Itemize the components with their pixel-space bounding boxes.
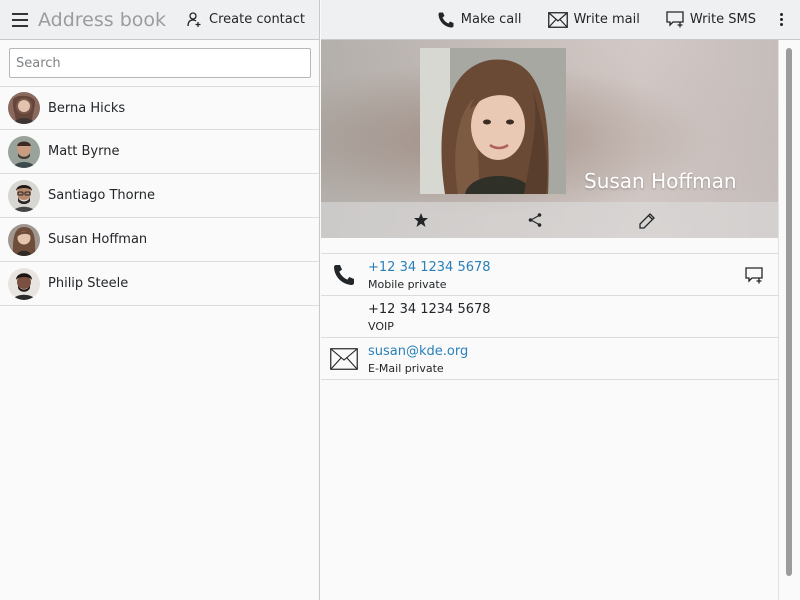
share-icon[interactable]: [527, 212, 543, 232]
voip-number: +12 34 1234 5678: [368, 302, 491, 317]
contact-detail-pane: Make call Write mail Write SMS Susan Hof…: [321, 0, 800, 600]
create-contact-button[interactable]: Create contact: [186, 11, 305, 28]
app-title: Address book: [38, 8, 167, 31]
contact-name: Susan Hoffman: [48, 232, 148, 247]
voip-entry-row: +12 34 1234 5678 VOIP: [321, 296, 779, 338]
phone-icon: [330, 263, 358, 287]
contact-list-item[interactable]: Susan Hoffman: [0, 218, 319, 262]
mail-icon: [547, 11, 568, 28]
edit-pencil-icon[interactable]: [638, 212, 656, 234]
contact-detail: Susan Hoffman +12 34 1234 5678 Mobile pr…: [321, 40, 779, 600]
write-sms-label: Write SMS: [689, 12, 756, 27]
email-link[interactable]: susan@kde.org: [368, 344, 468, 359]
avatar: [8, 179, 40, 212]
contact-list-item[interactable]: Santiago Thorne: [0, 174, 319, 218]
avatar: [8, 223, 40, 256]
phone-entry-row: +12 34 1234 5678 Mobile private: [321, 254, 779, 296]
contact-photo: [420, 48, 566, 194]
contact-display-name: Susan Hoffman: [584, 169, 737, 193]
contact-name: Philip Steele: [48, 276, 129, 291]
make-call-label: Make call: [460, 12, 522, 27]
make-call-button[interactable]: Make call: [437, 11, 522, 29]
avatar: [8, 267, 40, 300]
write-mail-button[interactable]: Write mail: [547, 11, 640, 28]
contact-list-item[interactable]: Berna Hicks: [0, 86, 319, 130]
contact-actions-bar: [321, 202, 778, 238]
contact-header-banner: Susan Hoffman: [321, 40, 778, 238]
sidebar-header: Address book Create contact: [0, 0, 319, 40]
search-wrap: [0, 40, 319, 86]
email-entry-row: susan@kde.org E-Mail private: [321, 338, 779, 380]
phone-number-link[interactable]: +12 34 1234 5678: [368, 260, 491, 275]
phone-icon: [438, 12, 454, 27]
add-contact-icon: [187, 11, 201, 27]
sms-icon[interactable]: [745, 267, 763, 288]
contact-info-list: +12 34 1234 5678 Mobile private +12 34 1…: [321, 253, 779, 380]
sms-icon: [666, 11, 684, 28]
contact-list-item[interactable]: Matt Byrne: [0, 130, 319, 174]
avatar: [8, 135, 40, 168]
overflow-menu-icon[interactable]: [780, 13, 783, 26]
contact-name: Santiago Thorne: [48, 188, 155, 203]
write-mail-label: Write mail: [573, 12, 640, 27]
contact-name: Matt Byrne: [48, 144, 120, 159]
scrollbar[interactable]: [786, 48, 792, 576]
write-sms-button[interactable]: Write SMS: [666, 11, 756, 28]
contact-list-item[interactable]: Philip Steele: [0, 262, 319, 306]
actions-toolbar: Make call Write mail Write SMS: [321, 0, 800, 40]
favorite-star-icon[interactable]: [413, 212, 429, 232]
phone-type-label: Mobile private: [368, 278, 447, 291]
avatar: [8, 92, 40, 124]
mail-icon: [330, 347, 358, 371]
search-input[interactable]: [9, 48, 311, 78]
contact-list: Berna Hicks Matt Byrne Santiago Thorne S…: [0, 86, 319, 306]
voip-type-label: VOIP: [368, 320, 394, 333]
contact-name: Berna Hicks: [48, 100, 126, 116]
email-type-label: E-Mail private: [368, 362, 444, 375]
hamburger-menu-icon[interactable]: [12, 12, 28, 27]
contacts-sidebar: Address book Create contact Search Berna…: [0, 0, 320, 600]
create-contact-label: Create contact: [209, 12, 305, 27]
